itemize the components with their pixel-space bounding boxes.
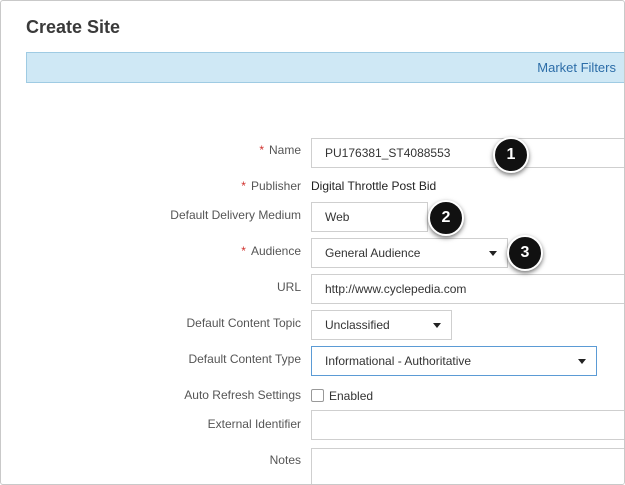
auto-refresh-checkbox[interactable] (311, 389, 324, 402)
content-topic-label: Default Content Topic (186, 316, 301, 330)
callout-badge-3: 3 (507, 235, 543, 271)
url-label: URL (276, 280, 301, 294)
name-label: * Name (259, 143, 301, 157)
auto-refresh-label: Auto Refresh Settings (184, 388, 301, 402)
publisher-label: * Publisher (241, 179, 301, 193)
notes-textarea[interactable] (311, 448, 624, 484)
name-input[interactable]: PU176381_ST4088553 (311, 138, 624, 168)
required-mark: * (241, 179, 246, 193)
page-title: Create Site (26, 17, 121, 37)
required-mark: * (259, 143, 264, 157)
content-type-selected-value: Informational - Authoritative (325, 354, 472, 368)
external-identifier-label: External Identifier (207, 417, 301, 431)
delivery-medium-input[interactable]: Web (311, 202, 428, 232)
notes-label: Notes (269, 453, 301, 467)
chevron-down-icon (489, 251, 497, 256)
content-type-select[interactable]: Informational - Authoritative (311, 346, 597, 376)
create-site-panel: Create Site Market Filters * Name PU17638… (0, 0, 625, 485)
filter-bar: Market Filters (26, 52, 624, 83)
url-input[interactable]: http://www.cyclepedia.com (311, 274, 624, 304)
content-type-label: Default Content Type (188, 352, 301, 366)
publisher-value: Digital Throttle Post Bid (311, 179, 437, 193)
callout-badge-1: 1 (493, 137, 529, 173)
audience-select[interactable]: General Audience (311, 238, 508, 268)
auto-refresh-checkbox-label[interactable]: Enabled (329, 389, 373, 403)
content-topic-selected-value: Unclassified (325, 318, 390, 332)
delivery-medium-label: Default Delivery Medium (170, 208, 301, 222)
external-identifier-input[interactable] (311, 410, 624, 440)
content-topic-select[interactable]: Unclassified (311, 310, 452, 340)
chevron-down-icon (433, 323, 441, 328)
market-filters-link[interactable]: Market Filters (537, 60, 616, 75)
audience-label: * Audience (241, 244, 301, 258)
chevron-down-icon (578, 359, 586, 364)
required-mark: * (241, 244, 246, 258)
callout-badge-2: 2 (428, 200, 464, 236)
audience-selected-value: General Audience (325, 246, 421, 260)
